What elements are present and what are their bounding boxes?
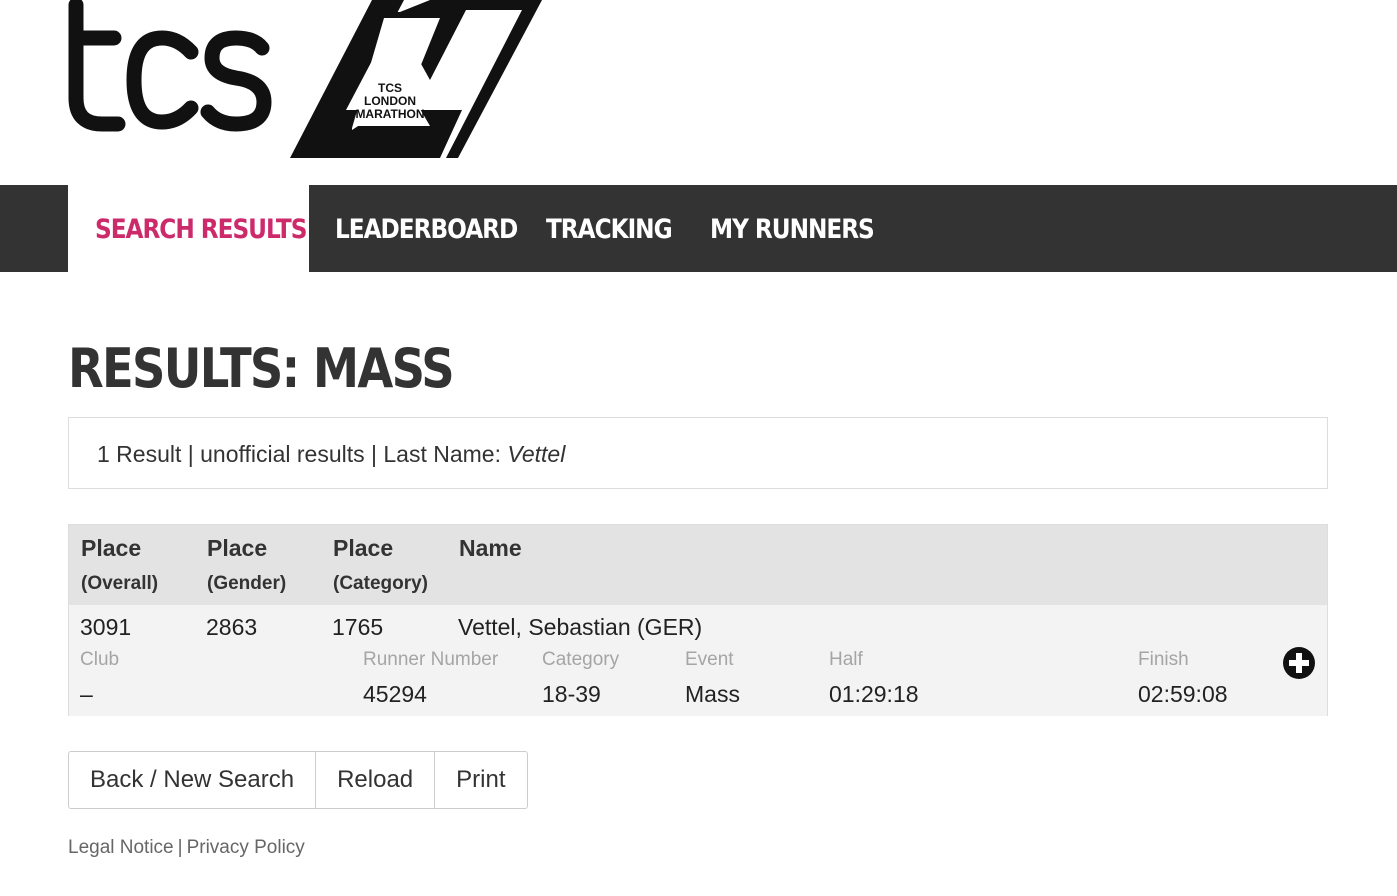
header-name-main: Name (459, 535, 522, 561)
nav-leaderboard[interactable]: LEADERBOARD (335, 185, 518, 272)
nav-tracking[interactable]: TRACKING (546, 185, 673, 272)
cell-place-gender: 2863 (206, 614, 258, 640)
header-place-gender-main: Place (207, 535, 268, 561)
label-club: Club (80, 649, 120, 670)
results-summary: 1 Result | unofficial results | Last Nam… (68, 417, 1328, 489)
nav-my-runners[interactable]: MY RUNNERS (710, 185, 875, 272)
value-runner-number: 45294 (363, 681, 427, 707)
header-place-overall-sub: (Overall) (81, 573, 159, 594)
summary-last-name: Vettel (507, 441, 566, 467)
value-half: 01:29:18 (829, 681, 919, 707)
header-place-overall-main: Place (81, 535, 142, 561)
header-place-category-sub: (Category) (333, 573, 429, 594)
label-half: Half (829, 649, 863, 670)
label-runner-number: Runner Number (363, 649, 499, 670)
marathon-logo-line3: MARATHON (355, 107, 424, 121)
london-marathon-logo[interactable]: TCS LONDON MARATHON (290, 0, 542, 160)
privacy-policy-link[interactable]: Privacy Policy (187, 837, 305, 858)
marathon-logo-line1: TCS (378, 81, 402, 95)
cell-place-overall: 3091 (80, 614, 132, 640)
footer-separator: | (177, 837, 183, 858)
table-row[interactable]: 3091 2863 1765 Vettel, Sebastian (GER) C… (69, 605, 1327, 716)
value-category: 18-39 (542, 681, 601, 707)
tcs-logo[interactable]: tcs (66, 0, 281, 135)
label-event: Event (685, 649, 734, 670)
value-club: – (80, 681, 93, 707)
summary-text: 1 Result | unofficial results | Last Nam… (97, 441, 508, 467)
value-finish: 02:59:08 (1138, 681, 1228, 707)
reload-button[interactable]: Reload (315, 751, 436, 809)
header-place-category-main: Place (333, 535, 394, 561)
back-new-search-button[interactable]: Back / New Search (68, 751, 317, 809)
results-table: Place (Overall) Place (Gender) Place (Ca… (68, 524, 1328, 716)
cell-place-category: 1765 (332, 614, 384, 640)
plus-circle-icon[interactable] (1283, 647, 1315, 679)
table-header: Place (Overall) Place (Gender) Place (Ca… (69, 525, 1327, 605)
print-button[interactable]: Print (434, 751, 528, 809)
header-place-gender-sub: (Gender) (207, 573, 287, 594)
page-title: RESULTS: MASS (68, 337, 455, 400)
cell-runner-name[interactable]: Vettel, Sebastian (GER) (458, 614, 702, 641)
nav-search-results[interactable]: SEARCH RESULTS (95, 185, 307, 272)
site-header: tcs TCS LONDON MARATHON (0, 0, 1397, 185)
value-event: Mass (685, 681, 740, 707)
marathon-logo-line2: LONDON (364, 94, 416, 108)
footer: Legal Notice | Privacy Policy (68, 837, 305, 859)
label-category: Category (542, 649, 620, 670)
action-button-group: Back / New Search Reload Print (68, 751, 528, 809)
legal-notice-link[interactable]: Legal Notice (68, 837, 174, 858)
label-finish: Finish (1138, 649, 1189, 670)
